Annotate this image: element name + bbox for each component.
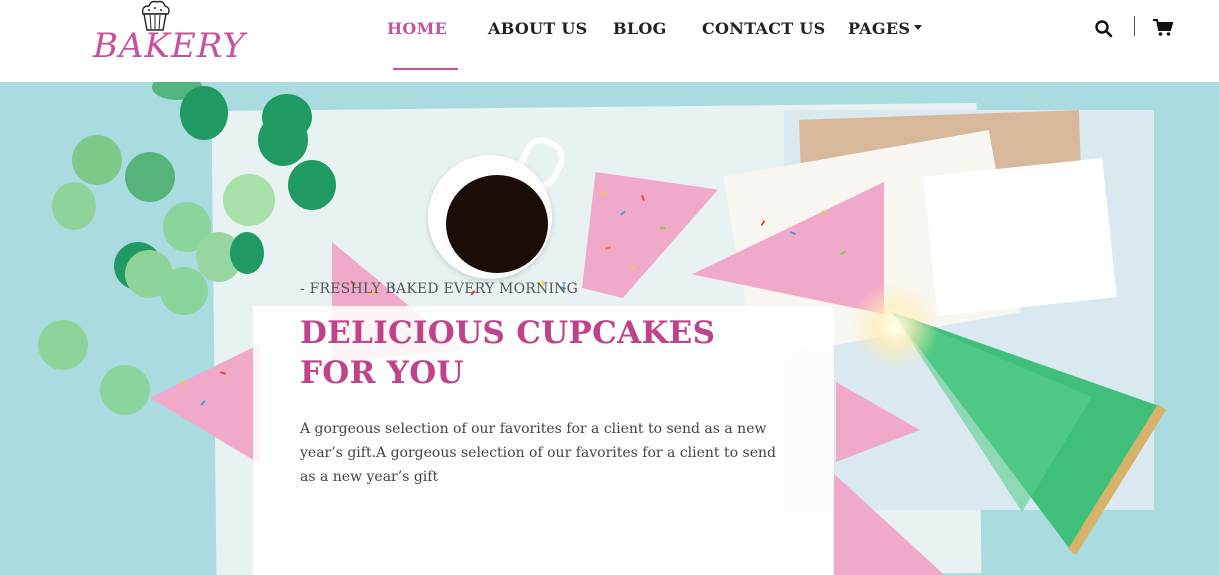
hero-title: DELICIOUS CUPCAKES FOR YOU [300, 315, 716, 391]
confetti-dot [52, 182, 96, 230]
hero-bg-card-2 [923, 157, 1117, 317]
confetti-dot [258, 114, 308, 166]
confetti-dot [125, 152, 175, 202]
logo[interactable]: BAKERY [93, 0, 246, 72]
nav-pages-label: PAGES [848, 19, 911, 38]
nav-about-us-label: ABOUT US [488, 19, 588, 38]
confetti-dot [180, 86, 228, 140]
hero-description: A gorgeous selection of our favorites fo… [300, 421, 776, 485]
cake-slice [150, 344, 260, 464]
coffee [446, 175, 548, 273]
logo-text: BAKERY [93, 26, 246, 66]
sparkler-glow [850, 282, 940, 372]
confetti-dot [100, 365, 150, 415]
confetti-dot [288, 160, 336, 210]
nav-active-indicator [393, 68, 458, 70]
caret-down-icon [914, 25, 923, 30]
confetti-dot [230, 232, 264, 274]
nav-about-us[interactable]: ABOUT US [488, 19, 588, 53]
confetti-dot [72, 135, 122, 185]
search-icon[interactable] [1094, 19, 1114, 39]
cart-icon[interactable] [1152, 18, 1174, 38]
nav-blog[interactable]: BLOG [613, 19, 667, 53]
hero-eyebrow: - FRESHLY BAKED EVERY MORNING [300, 281, 579, 297]
nav-contact-us[interactable]: CONTACT US [702, 19, 825, 53]
nav-blog-label: BLOG [613, 19, 667, 38]
party-hat [892, 312, 1167, 555]
confetti-dot [160, 267, 208, 315]
nav-home-label: HOME [387, 19, 448, 38]
nav-contact-us-label: CONTACT US [702, 19, 826, 38]
nav-pages[interactable]: PAGES [848, 19, 923, 53]
nav-home[interactable]: HOME [387, 19, 458, 70]
header-divider [1134, 16, 1135, 36]
confetti-dot [38, 320, 88, 370]
confetti-dot [223, 174, 275, 226]
site-header: BAKERY HOME ABOUT US BLOG CONTACT US PAG… [0, 0, 1219, 82]
